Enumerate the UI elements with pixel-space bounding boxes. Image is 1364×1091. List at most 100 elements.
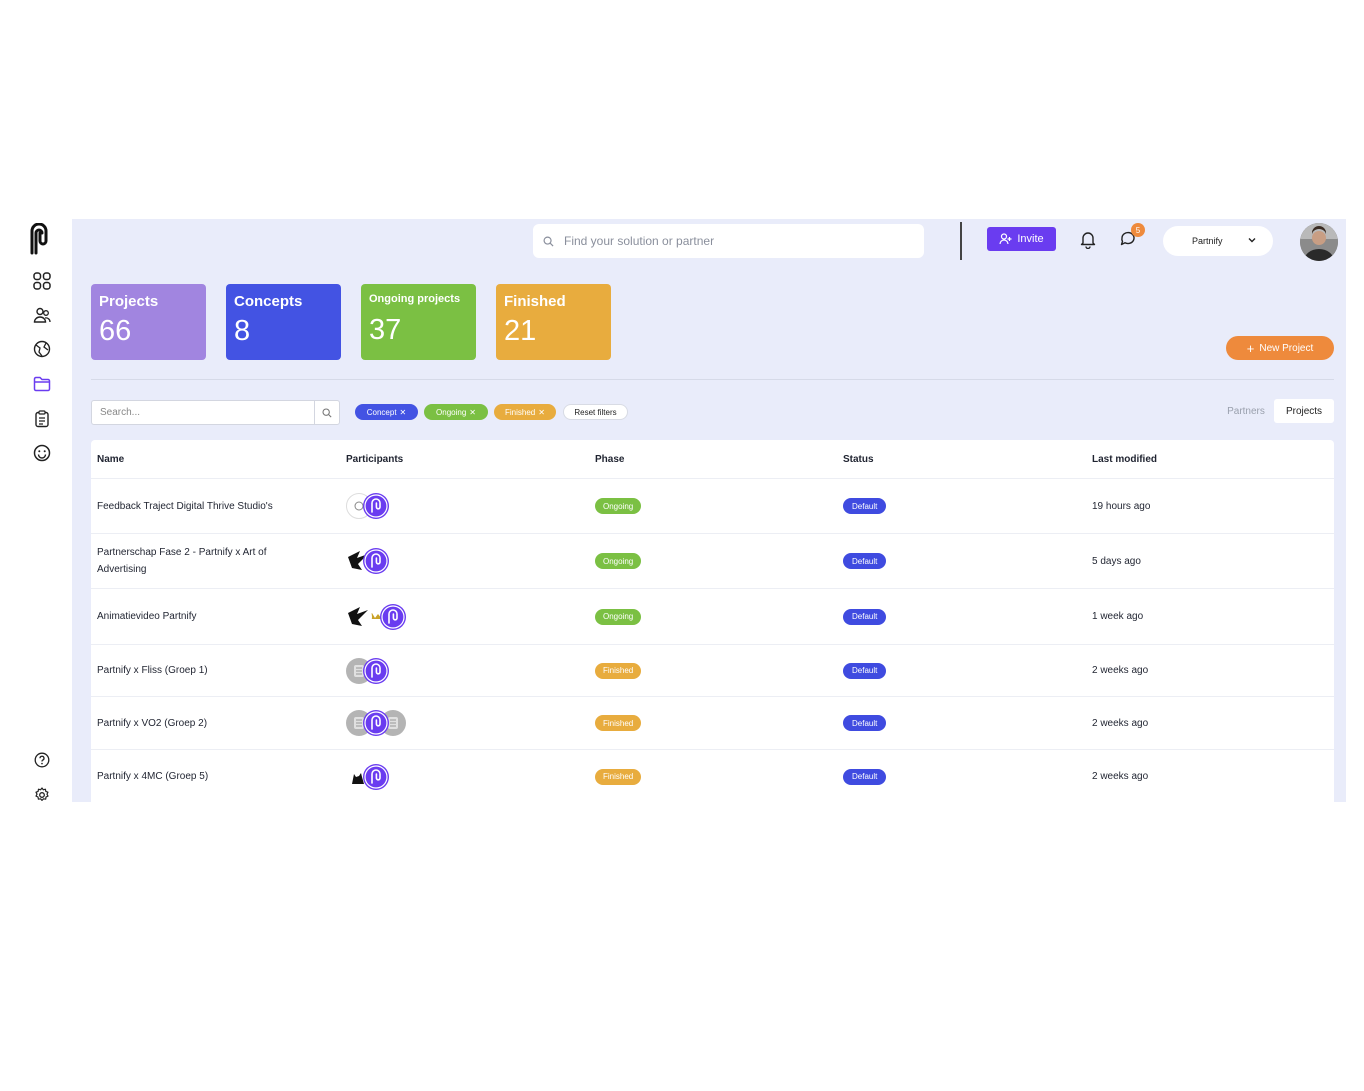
clipboard-icon[interactable] (31, 408, 53, 430)
toggle-partners[interactable]: Partners (1218, 399, 1274, 423)
phase-badge: Ongoing (595, 553, 642, 569)
app-shell: Invite 5 Partnify Projects 66 Concepts 8… (0, 219, 1346, 802)
status-badge: Default (843, 715, 887, 731)
project-name[interactable]: Partnify x VO2 (Groep 2) (97, 697, 317, 749)
stat-label: Concepts (234, 293, 303, 310)
stat-value: 37 (369, 314, 402, 346)
last-modified: 2 weeks ago (1092, 771, 1149, 782)
phase-cell: Ongoing (595, 589, 642, 644)
status-badge: Default (843, 608, 887, 625)
phase-cell: Finished (595, 697, 642, 749)
table-row[interactable]: Feedback Traject Digital Thrive Studio's… (91, 478, 1334, 533)
smiley-icon[interactable] (31, 442, 53, 464)
table-row[interactable]: Partnerschap Fase 2 - Partnify x Art of … (91, 533, 1334, 588)
notification-count-badge: 5 (1131, 223, 1145, 237)
close-icon[interactable]: ✕ (469, 408, 476, 417)
phase-badge: Finished (595, 768, 642, 785)
phase-cell: Ongoing (595, 534, 642, 588)
last-modified: 19 hours ago (1092, 500, 1151, 512)
column-header-name[interactable]: Name (97, 440, 124, 478)
stat-value: 66 (99, 315, 132, 347)
chip-label: Ongoing (436, 407, 467, 417)
participant-avatar[interactable] (363, 548, 389, 574)
participant-avatar[interactable] (346, 603, 372, 630)
chip-label: Concept (366, 407, 397, 417)
status-badge: Default (843, 662, 887, 679)
phase-badge: Ongoing (595, 498, 642, 514)
main-content: Invite 5 Partnify Projects 66 Concepts 8… (72, 219, 1346, 802)
participant-avatar[interactable] (363, 763, 389, 790)
participants-group (346, 589, 466, 644)
column-header-phase[interactable]: Phase (595, 440, 624, 478)
column-header-last-modified[interactable]: Last modified (1092, 440, 1157, 478)
new-project-button[interactable]: + New Project (1226, 336, 1334, 360)
invite-label: Invite (1017, 233, 1044, 245)
add-user-icon (999, 233, 1012, 245)
column-header-participants[interactable]: Participants (346, 440, 403, 478)
reset-filters-label: Reset filters (574, 407, 617, 417)
last-modified: 2 weeks ago (1092, 665, 1149, 676)
table-row[interactable]: Partnify x Fliss (Groep 1) Finished Defaul… (91, 644, 1334, 696)
global-search[interactable] (533, 224, 924, 258)
stat-value: 21 (504, 315, 537, 347)
status-badge: Default (843, 553, 887, 569)
global-search-input[interactable] (564, 234, 894, 248)
project-name[interactable]: Feedback Traject Digital Thrive Studio's (97, 479, 317, 533)
project-name[interactable]: Partnerschap Fase 2 - Partnify x Art of … (97, 534, 317, 588)
column-header-status[interactable]: Status (843, 440, 874, 478)
stat-card-finished[interactable]: Finished 21 (496, 284, 611, 360)
partnify-logo-icon[interactable] (27, 222, 55, 255)
section-divider (91, 379, 1334, 380)
organization-name: Partnify (1192, 236, 1223, 246)
organization-select[interactable]: Partnify (1163, 226, 1273, 256)
phase-cell: Ongoing (595, 479, 642, 533)
participant-avatar[interactable] (380, 603, 406, 630)
stat-card-ongoing[interactable]: Ongoing projects 37 (361, 284, 476, 360)
toggle-projects[interactable]: Projects (1274, 399, 1334, 423)
phase-cell: Finished (595, 645, 642, 696)
project-search[interactable] (91, 400, 340, 425)
stat-label: Projects (99, 293, 159, 310)
stat-label: Ongoing projects (369, 293, 461, 305)
settings-gear-icon[interactable] (31, 784, 53, 806)
folder-icon[interactable] (31, 373, 53, 395)
status-cell: Default (843, 697, 887, 749)
close-icon[interactable]: ✕ (400, 408, 407, 417)
phase-badge: Finished (595, 715, 642, 731)
project-search-input[interactable] (92, 407, 314, 418)
reset-filters-button[interactable]: Reset filters (563, 404, 628, 420)
project-name[interactable]: Partnify x 4MC (Groep 5) (97, 750, 317, 802)
participants-group (346, 534, 466, 588)
last-modified: 2 weeks ago (1092, 717, 1149, 729)
stat-card-concepts[interactable]: Concepts 8 (226, 284, 341, 360)
new-project-label: New Project (1259, 342, 1314, 354)
stat-card-projects[interactable]: Projects 66 (91, 284, 206, 360)
participant-avatar[interactable] (363, 657, 389, 684)
project-name[interactable]: Partnify x Fliss (Groep 1) (97, 645, 317, 696)
users-icon[interactable] (31, 304, 53, 326)
table-row[interactable]: Partnify x 4MC (Groep 5) Finished Default 2… (91, 749, 1334, 802)
user-avatar[interactable] (1300, 223, 1338, 261)
bell-icon[interactable] (1078, 229, 1100, 251)
project-name[interactable]: Animatievideo Partnify (97, 589, 317, 644)
participant-avatar[interactable] (363, 493, 389, 519)
help-icon[interactable] (31, 749, 53, 771)
dashboard-icon[interactable] (31, 270, 53, 292)
participant-avatar[interactable] (363, 710, 389, 736)
status-badge: Default (843, 498, 887, 514)
filter-chip-ongoing[interactable]: Ongoing ✕ (424, 404, 488, 420)
participants-group (346, 750, 466, 802)
participants-group (346, 697, 466, 749)
table-row[interactable]: Partnify x VO2 (Groep 2) Finished Default 2… (91, 696, 1334, 749)
close-icon[interactable]: ✕ (538, 408, 545, 417)
participants-group (346, 479, 466, 533)
filter-chip-finished[interactable]: Finished ✕ (494, 404, 556, 420)
last-modified: 1 week ago (1092, 611, 1144, 622)
table-row[interactable]: Animatievideo Partnify Ongoing Default 1 we… (91, 588, 1334, 644)
invite-button[interactable]: Invite (987, 227, 1056, 251)
filter-chip-concept[interactable]: Concept ✕ (355, 404, 418, 420)
status-cell: Default (843, 645, 887, 696)
search-button[interactable] (314, 401, 339, 424)
chevron-down-icon (1248, 238, 1256, 243)
globe-icon[interactable] (31, 338, 53, 360)
